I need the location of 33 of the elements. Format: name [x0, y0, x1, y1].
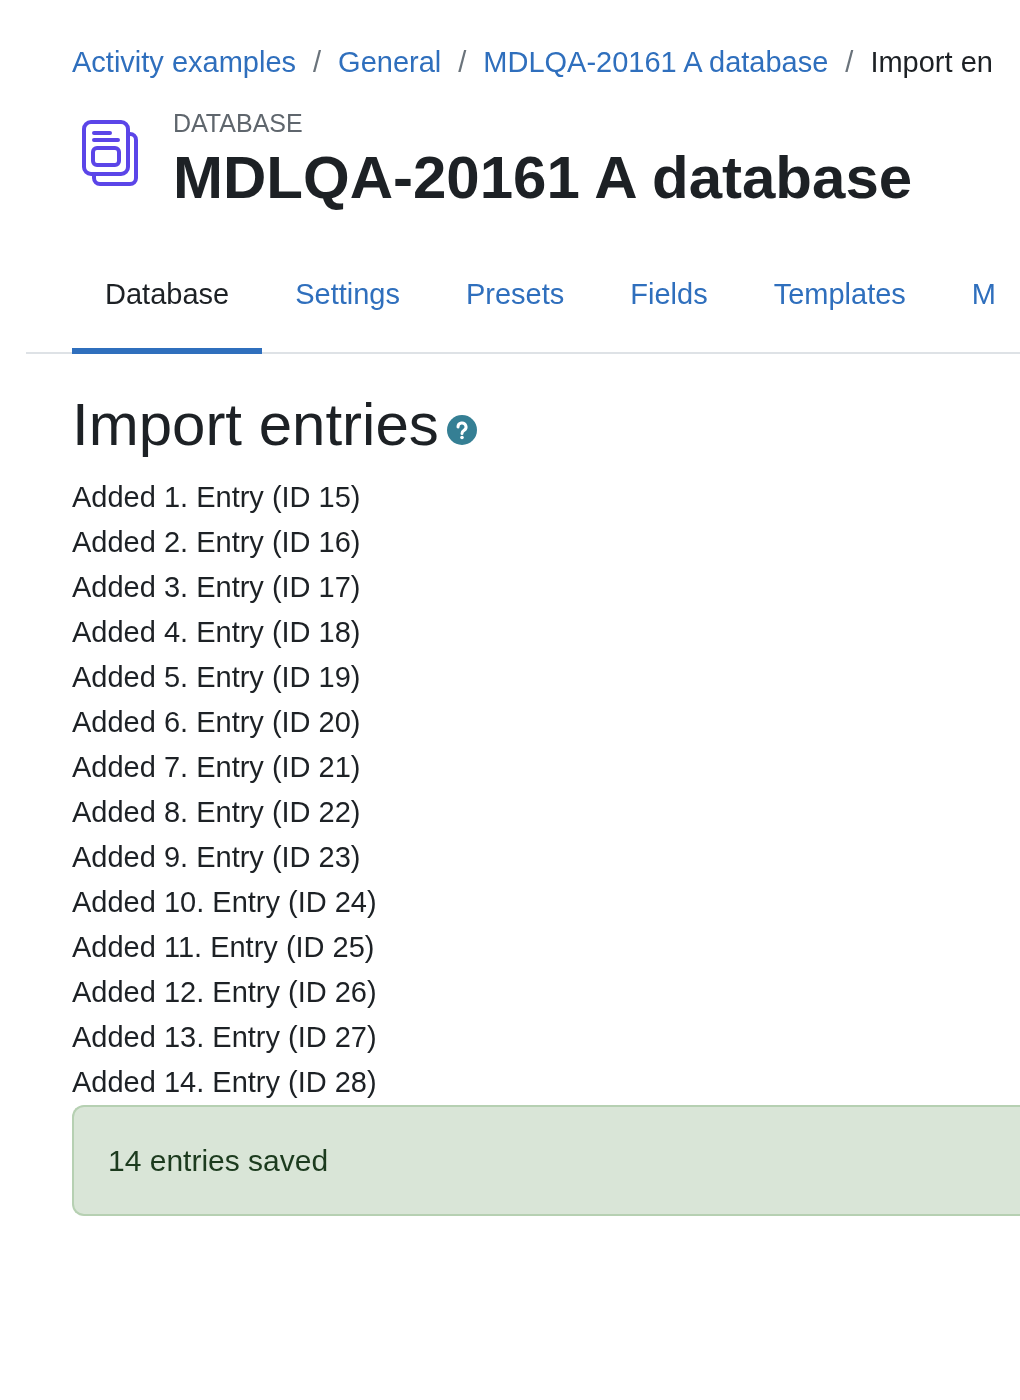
- entry-result-line: Added 14. Entry (ID 28): [72, 1065, 377, 1100]
- entry-result-line: Added 8. Entry (ID 22): [72, 795, 361, 830]
- entry-result-line: Added 2. Entry (ID 16): [72, 525, 361, 560]
- breadcrumb-link[interactable]: Activity examples: [72, 41, 296, 83]
- activity-type-label: DATABASE: [173, 108, 303, 138]
- entry-result-line: Added 1. Entry (ID 15): [72, 480, 361, 515]
- tab[interactable]: Presets: [432, 254, 598, 354]
- breadcrumb-link[interactable]: General: [338, 41, 442, 83]
- tab[interactable]: M: [938, 254, 1020, 354]
- entry-result-line: Added 12. Entry (ID 26): [72, 975, 377, 1010]
- entry-result-line: Added 9. Entry (ID 23): [72, 840, 361, 875]
- tab[interactable]: Settings: [262, 254, 433, 354]
- entry-result-line: Added 7. Entry (ID 21): [72, 750, 361, 785]
- database-icon: [82, 120, 140, 186]
- tab[interactable]: Fields: [597, 254, 741, 354]
- breadcrumb-link[interactable]: MDLQA-20161 A database: [483, 41, 829, 83]
- alert-message: 14 entries saved: [108, 1142, 329, 1179]
- entry-result-line: Added 13. Entry (ID 27): [72, 1020, 377, 1055]
- entry-result-line: Added 11. Entry (ID 25): [72, 930, 375, 965]
- breadcrumb-current: Import en: [870, 45, 993, 80]
- breadcrumb-separator: /: [458, 45, 467, 80]
- entry-result-line: Added 5. Entry (ID 19): [72, 660, 361, 695]
- breadcrumb-separator: /: [313, 45, 322, 80]
- page-title: MDLQA-20161 A database: [173, 146, 913, 210]
- entry-result-line: Added 3. Entry (ID 17): [72, 570, 361, 605]
- help-icon[interactable]: [446, 415, 477, 445]
- section-heading: Import entries: [72, 391, 439, 459]
- entry-result-line: Added 6. Entry (ID 20): [72, 705, 361, 740]
- tab[interactable]: Database: [72, 254, 263, 354]
- tab[interactable]: Templates: [740, 254, 939, 354]
- entry-result-line: Added 10. Entry (ID 24): [72, 885, 377, 920]
- entry-result-line: Added 4. Entry (ID 18): [72, 615, 361, 650]
- breadcrumb-separator: /: [845, 45, 854, 80]
